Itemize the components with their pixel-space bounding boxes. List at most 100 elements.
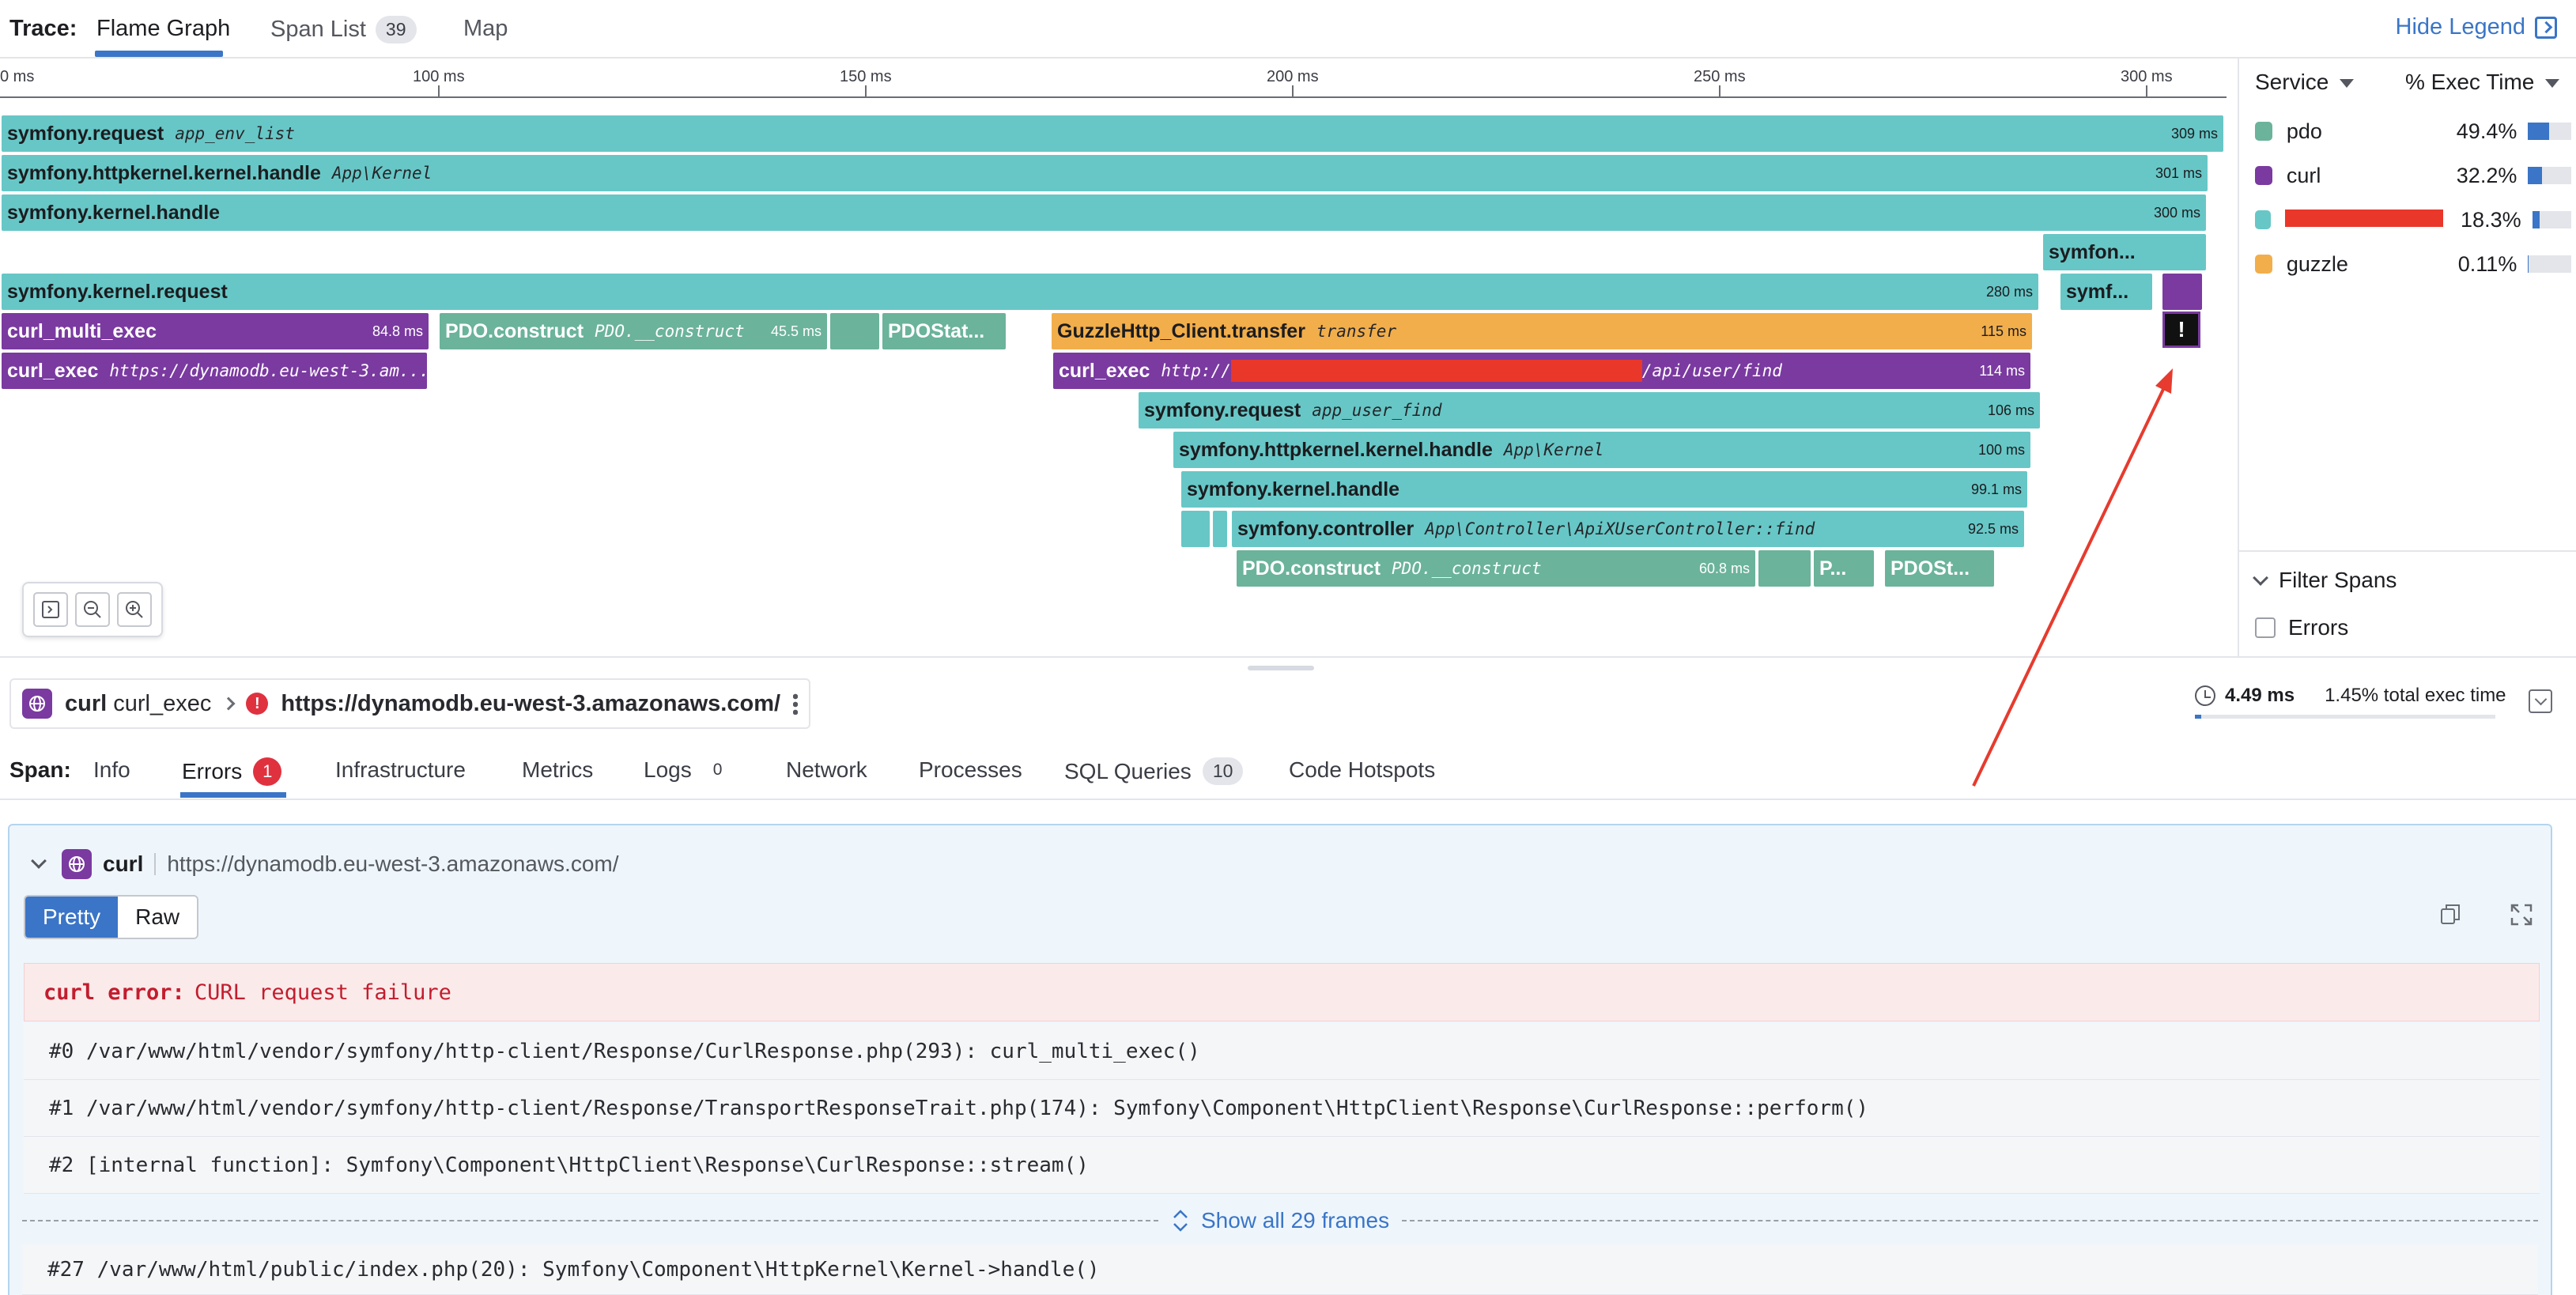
error-marker-icon[interactable]: ! <box>2162 311 2200 348</box>
flame-frame[interactable]: GuzzleHttp_Client.transfer transfer 115 … <box>1052 313 2032 349</box>
tab-network[interactable]: Network <box>786 757 867 783</box>
flame-frame[interactable]: symfony.request app_user_find 106 ms <box>1139 392 2040 429</box>
legend-row[interactable]: curl 32.2% <box>2255 160 2571 191</box>
flame-frame[interactable]: curl_multi_exec 84.8 ms <box>2 313 429 349</box>
error-icon: ! <box>246 693 269 715</box>
tab-flame-graph[interactable]: Flame Graph <box>96 16 230 42</box>
pretty-button[interactable]: Pretty <box>25 897 119 938</box>
frame-resource-prefix: http:// <box>1161 361 1231 380</box>
tab-map[interactable]: Map <box>463 16 508 42</box>
frame-name: symf... <box>2066 280 2129 303</box>
resize-handle[interactable] <box>1248 666 1314 670</box>
flame-frame[interactable]: PDOStat... <box>882 313 1006 349</box>
flame-frame[interactable]: symfony.httpkernel.kernel.handle App\Ker… <box>1173 432 2030 468</box>
flame-frame[interactable]: symfony.controller App\Controller\ApiXUs… <box>1232 511 2024 547</box>
service-column-header[interactable]: Service <box>2255 70 2355 95</box>
frame-resource: App\Controller\ApiXUserController::find <box>1425 519 1815 538</box>
collapse-details-button[interactable] <box>2529 689 2552 713</box>
tab-logs[interactable]: Logs 0 <box>644 757 732 783</box>
flame-frame[interactable]: curl_exec http:// /api/user/find 114 ms <box>1053 353 2030 389</box>
frame-name: symfony.controller <box>1237 517 1415 540</box>
flame-frame[interactable] <box>1213 511 1227 547</box>
show-all-frames-button[interactable]: Show all 29 frames <box>1158 1208 1402 1233</box>
flame-frame[interactable]: curl_exec https://dynamodb.eu-west-3.am.… <box>2 353 427 389</box>
show-all-frames-row: Show all 29 frames <box>22 1197 2539 1244</box>
selected-span-header: curl curl_exec ! https://dynamodb.eu-wes… <box>9 678 811 729</box>
flame-frame[interactable] <box>830 313 879 349</box>
flame-frame[interactable]: PDO.construct PDO.__construct 60.8 ms <box>1237 550 1755 587</box>
service-name: curl <box>2286 163 2321 187</box>
tick-label: 250 ms <box>1694 68 1746 85</box>
tab-info[interactable]: Info <box>93 757 130 783</box>
chevron-right-icon <box>221 697 236 711</box>
raw-button[interactable]: Raw <box>118 897 198 938</box>
frame-duration: 106 ms <box>1987 402 2034 418</box>
frame-resource: app_user_find <box>1312 401 1442 420</box>
frame-name: curl_exec <box>7 359 99 382</box>
tab-sql-queries-label: SQL Queries <box>1064 758 1192 783</box>
flame-frame[interactable]: symfon... <box>2043 234 2206 270</box>
frame-resource: PDO.__construct <box>595 322 745 341</box>
tick-mark <box>1719 85 1720 98</box>
flame-frame[interactable]: symfony.kernel.handle 300 ms <box>2 194 2206 231</box>
tab-code-hotspots[interactable]: Code Hotspots <box>1289 757 1435 783</box>
copy-icon[interactable] <box>2440 903 2461 925</box>
flame-frame[interactable]: PDO.construct PDO.__construct 45.5 ms <box>440 313 827 349</box>
flame-frame[interactable]: symfony.kernel.handle 99.1 ms <box>1181 471 2027 508</box>
chevron-down-icon <box>31 853 47 869</box>
separator <box>154 853 157 875</box>
more-options-icon[interactable] <box>793 693 799 715</box>
service-color-swatch <box>2255 210 2271 229</box>
flame-frame[interactable]: P... <box>1814 550 1874 587</box>
tab-errors[interactable]: Errors 1 <box>182 757 282 786</box>
flame-frame[interactable]: symfony.request app_env_list 309 ms <box>2 115 2223 152</box>
tab-span-list[interactable]: Span List 39 <box>270 16 417 43</box>
exec-time-column-header[interactable]: % Exec Time <box>2405 70 2560 95</box>
tab-metrics[interactable]: Metrics <box>522 757 593 783</box>
errors-checkbox[interactable] <box>2255 617 2276 638</box>
tab-code-hotspots-label: Code Hotspots <box>1289 757 1436 782</box>
legend-row[interactable]: 18.3% <box>2255 204 2571 236</box>
tick-label: 200 ms <box>1267 68 1319 85</box>
clock-icon <box>2195 685 2215 706</box>
expand-icon[interactable] <box>2510 903 2533 927</box>
tab-infrastructure[interactable]: Infrastructure <box>335 757 466 783</box>
legend-row[interactable]: pdo 49.4% <box>2255 115 2571 147</box>
frame-duration: 301 ms <box>2155 164 2202 181</box>
stack-frame: #27 /var/www/html/public/index.php(20): … <box>22 1244 2538 1295</box>
frame-duration: 99.1 ms <box>1970 481 2022 497</box>
legend-row[interactable]: guzzle 0.11% <box>2255 248 2571 280</box>
frame-name: curl_multi_exec <box>7 319 157 342</box>
zoom-out-button[interactable] <box>74 592 110 627</box>
trace-header: Trace: Flame Graph Span List 39 Map Hide… <box>0 0 2576 59</box>
flame-frame[interactable]: symfony.kernel.request 280 ms <box>2 274 2038 310</box>
stack-frame: #0 /var/www/html/vendor/symfony/http-cli… <box>24 1023 2540 1080</box>
flame-frame[interactable]: PDOSt... <box>1885 550 1994 587</box>
hide-legend-button[interactable]: Hide Legend <box>2396 14 2557 40</box>
tick-label: 150 ms <box>840 68 892 85</box>
frame-name: symfony.httpkernel.kernel.handle <box>7 161 321 184</box>
dashed-divider <box>22 1220 1158 1221</box>
service-pct: 18.3% <box>2461 207 2521 232</box>
flame-frame[interactable] <box>1181 511 1210 547</box>
flame-frame[interactable]: symfony.httpkernel.kernel.handle App\Ker… <box>2 155 2208 191</box>
fit-view-button[interactable] <box>33 592 69 627</box>
exec-time-bar-fill <box>2528 123 2550 140</box>
span-exec-info: 4.49 ms 1.45% total exec time <box>2195 685 2506 707</box>
error-panel-header[interactable]: curl https://dynamodb.eu-west-3.amazonaw… <box>31 849 619 879</box>
flame-graph[interactable]: 0 ms 100 ms 150 ms 200 ms 250 ms 300 ms … <box>0 60 2238 656</box>
filter-spans-toggle[interactable]: Filter Spans <box>2253 568 2397 593</box>
panel-divider <box>0 656 2576 658</box>
frame-name: GuzzleHttp_Client.transfer <box>1057 319 1305 342</box>
frame-name: symfony.kernel.handle <box>1187 478 1400 500</box>
tab-processes[interactable]: Processes <box>919 757 1022 783</box>
errors-filter[interactable]: Errors <box>2255 615 2348 640</box>
frame-name: symfony.kernel.handle <box>7 201 221 224</box>
flame-frame[interactable] <box>2162 274 2202 310</box>
flame-frame[interactable]: symf... <box>2060 274 2152 310</box>
zoom-in-button[interactable] <box>116 592 152 627</box>
tab-flame-graph-label: Flame Graph <box>96 16 231 41</box>
flame-frame[interactable] <box>1758 550 1811 587</box>
tab-metrics-label: Metrics <box>522 757 594 782</box>
tab-sql-queries[interactable]: SQL Queries 10 <box>1064 757 1244 785</box>
